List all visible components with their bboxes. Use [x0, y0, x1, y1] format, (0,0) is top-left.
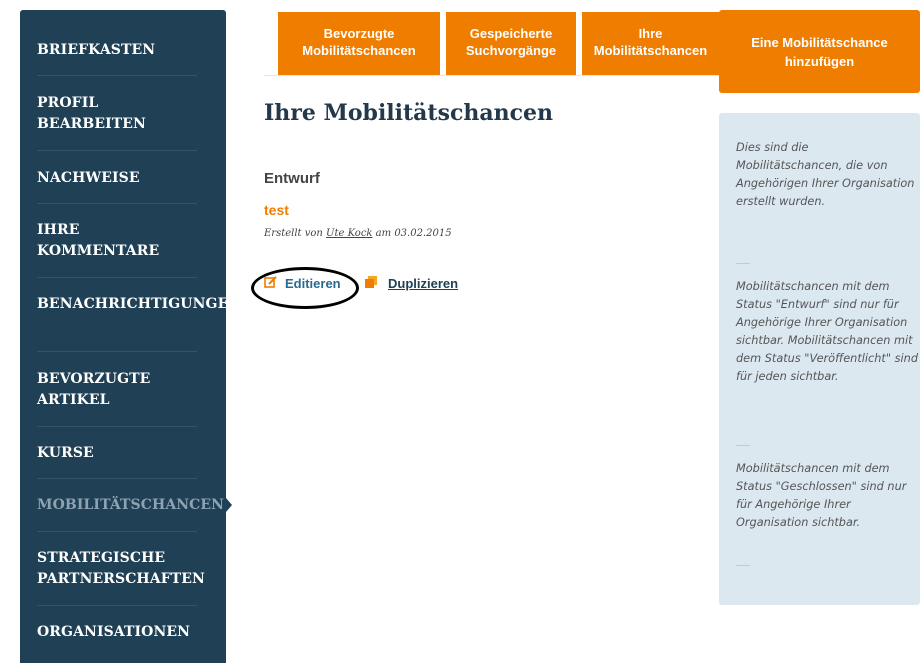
info-paragraph: Dies sind die Mobilitätschancen, die von…: [736, 141, 915, 208]
info-panel: Dies sind die Mobilitätschancen, die von…: [719, 113, 920, 605]
item-title-link[interactable]: test: [264, 202, 289, 218]
date-prefix: am: [375, 228, 392, 239]
duplicate-label: Duplizieren: [388, 276, 459, 291]
sidebar-divider: [37, 605, 197, 606]
sidebar-item-bevorzugte-artikel[interactable]: BEVORZUGTE ARTIKEL: [37, 369, 199, 411]
sidebar-divider: [37, 75, 197, 76]
sidebar-divider: [37, 277, 197, 278]
author-link[interactable]: Ute Kock: [326, 228, 372, 239]
sidebar-item-organisationen[interactable]: ORGANISATIONEN: [37, 622, 199, 643]
page-title: Ihre Mobilitätschancen: [264, 100, 554, 126]
sidebar-divider: [37, 351, 197, 352]
sidebar-item-profil-bearbeiten[interactable]: PROFIL BEARBEITEN: [37, 93, 199, 135]
add-mobility-opportunity-button[interactable]: Eine Mobilitätschance hinzufügen: [719, 10, 920, 93]
duplicate-button[interactable]: Duplizieren: [364, 275, 458, 292]
edit-icon: [264, 275, 278, 292]
sidebar-divider: [37, 531, 197, 532]
sidebar: BRIEFKASTEN PROFIL BEARBEITEN NACHWEISE …: [20, 10, 348, 663]
sidebar-item-mobilitaetschancen[interactable]: MOBILITÄTSCHANCEN: [37, 495, 224, 516]
created-prefix: Erstellt von: [264, 228, 323, 239]
sidebar-divider: [37, 150, 197, 151]
duplicate-icon: [364, 275, 378, 292]
item-meta: Erstellt von Ute Kock am 03.02.2015: [264, 228, 452, 239]
sidebar-item-ihre-kommentare[interactable]: IHRE KOMMENTARE: [37, 220, 199, 262]
created-date: 03.02.2015: [394, 228, 452, 239]
info-paragraph: Mobilitätschancen mit dem Status "Geschl…: [736, 462, 907, 529]
sidebar-divider: [37, 478, 197, 479]
info-separator: [736, 263, 750, 264]
sidebar-divider: [37, 426, 197, 427]
info-separator: [736, 565, 750, 566]
info-paragraph: Mobilitätschancen mit dem Status "Entwur…: [736, 280, 918, 383]
tab-underline: [264, 75, 719, 76]
sidebar-divider: [37, 203, 197, 204]
sidebar-item-nachweise[interactable]: NACHWEISE: [37, 168, 199, 189]
tab-gespeicherte-suchvorgaenge[interactable]: Gespeicherte Suchvorgänge: [446, 12, 576, 75]
sidebar-item-briefkasten[interactable]: BRIEFKASTEN: [37, 40, 199, 61]
info-separator: [736, 445, 750, 446]
status-heading: Entwurf: [264, 170, 320, 187]
edit-label: Editieren: [285, 276, 341, 291]
tab-ihre-mobilitaetschancen[interactable]: Ihre Mobilitätschancen: [582, 12, 719, 75]
sidebar-item-kurse[interactable]: KURSE: [37, 443, 199, 464]
edit-button[interactable]: Editieren: [264, 275, 341, 292]
sidebar-item-benachrichtigungen[interactable]: BENACHRICHTIGUNGEN VERWALTEN: [37, 294, 348, 315]
tab-bevorzugte-mobilitaetschancen[interactable]: Bevorzugte Mobilitätschancen: [278, 12, 440, 75]
sidebar-item-strategische-partnerschaften[interactable]: STRATEGISCHE PARTNERSCHAFTEN: [37, 548, 205, 590]
active-indicator-arrow-icon: [226, 498, 232, 512]
